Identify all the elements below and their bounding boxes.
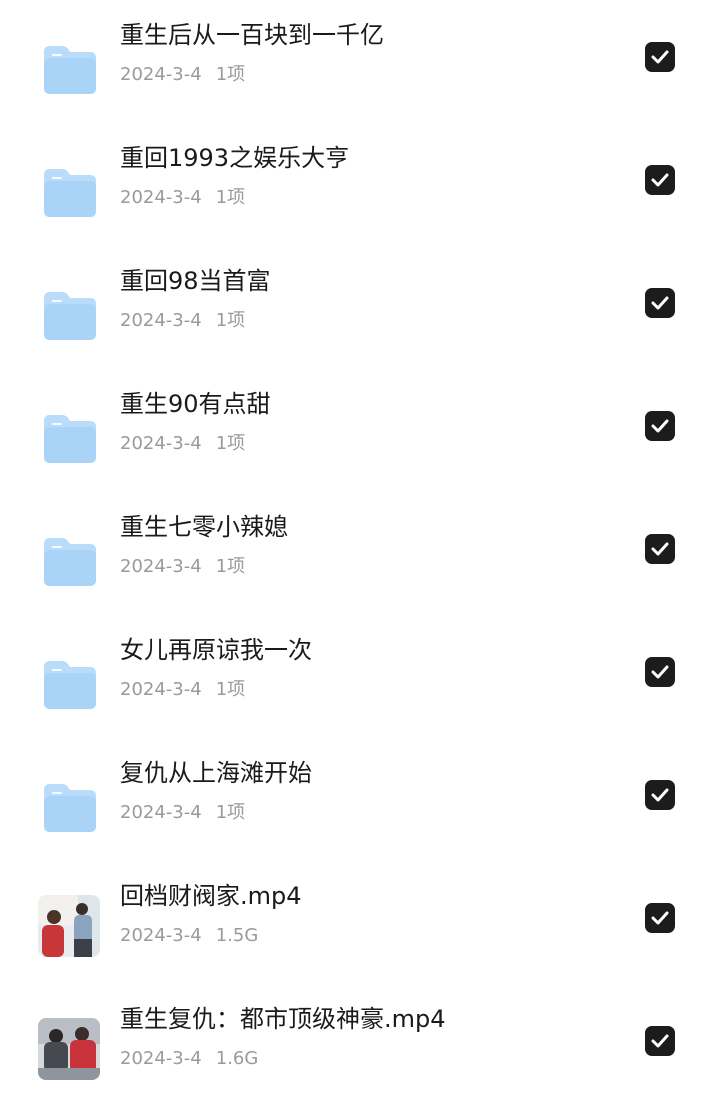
item-date: 2024-3-4 — [120, 925, 202, 946]
check-icon — [651, 665, 669, 679]
check-icon — [651, 173, 669, 187]
item-meta: 2024-3-4 1项 — [120, 308, 245, 334]
check-icon — [651, 1034, 669, 1048]
folder-icon — [42, 782, 98, 834]
folder-icon — [42, 413, 98, 465]
item-checkbox[interactable] — [645, 288, 675, 318]
item-size: 1项 — [215, 802, 246, 823]
list-item[interactable]: 重生90有点甜 2024-3-4 1项 — [0, 387, 720, 497]
folder-icon — [42, 167, 98, 219]
item-checkbox[interactable] — [645, 42, 675, 72]
item-date: 2024-3-4 — [120, 433, 202, 454]
check-icon — [651, 542, 669, 556]
item-checkbox[interactable] — [645, 657, 675, 687]
item-meta: 2024-3-4 1项 — [120, 677, 245, 703]
item-title: 重生90有点甜 — [120, 390, 271, 418]
item-checkbox[interactable] — [645, 165, 675, 195]
item-date: 2024-3-4 — [120, 310, 202, 331]
list-item[interactable]: 重生复仇：都市顶级神豪.mp4 2024-3-4 1.6G — [0, 1002, 720, 1112]
video-thumbnail — [38, 1018, 100, 1080]
item-title: 重回98当首富 — [120, 267, 271, 295]
item-title: 回档财阀家.mp4 — [120, 882, 302, 910]
item-date: 2024-3-4 — [120, 802, 202, 823]
item-meta: 2024-3-4 1项 — [120, 800, 245, 826]
item-checkbox[interactable] — [645, 903, 675, 933]
list-item[interactable]: 重回98当首富 2024-3-4 1项 — [0, 264, 720, 374]
item-size: 1.5G — [215, 925, 259, 946]
item-size: 1项 — [215, 433, 246, 454]
item-size: 1项 — [215, 310, 246, 331]
item-size: 1项 — [215, 187, 246, 208]
item-title: 重生七零小辣媳 — [120, 513, 288, 541]
item-checkbox[interactable] — [645, 534, 675, 564]
item-date: 2024-3-4 — [120, 556, 202, 577]
item-size: 1项 — [215, 556, 246, 577]
check-icon — [651, 296, 669, 310]
item-meta: 2024-3-4 1项 — [120, 431, 245, 457]
folder-icon — [42, 659, 98, 711]
item-checkbox[interactable] — [645, 411, 675, 441]
item-meta: 2024-3-4 1项 — [120, 185, 245, 211]
list-item[interactable]: 女儿再原谅我一次 2024-3-4 1项 — [0, 633, 720, 743]
item-date: 2024-3-4 — [120, 187, 202, 208]
check-icon — [651, 788, 669, 802]
list-item[interactable]: 重生七零小辣媳 2024-3-4 1项 — [0, 510, 720, 620]
check-icon — [651, 911, 669, 925]
item-size: 1项 — [215, 64, 246, 85]
folder-icon — [42, 290, 98, 342]
check-icon — [651, 419, 669, 433]
item-date: 2024-3-4 — [120, 1048, 202, 1069]
item-title: 重回1993之娱乐大亨 — [120, 144, 350, 172]
item-size: 1项 — [215, 679, 246, 700]
item-date: 2024-3-4 — [120, 64, 202, 85]
item-meta: 2024-3-4 1项 — [120, 62, 245, 88]
folder-icon — [42, 536, 98, 588]
item-meta: 2024-3-4 1.6G — [120, 1046, 258, 1072]
item-size: 1.6G — [215, 1048, 259, 1069]
check-icon — [651, 50, 669, 64]
item-title: 重生后从一百块到一千亿 — [120, 21, 384, 49]
list-item[interactable]: 重生后从一百块到一千亿 2024-3-4 1项 — [0, 18, 720, 128]
list-item[interactable]: 复仇从上海滩开始 2024-3-4 1项 — [0, 756, 720, 866]
list-item[interactable]: 回档财阀家.mp4 2024-3-4 1.5G — [0, 879, 720, 989]
folder-icon — [42, 44, 98, 96]
item-checkbox[interactable] — [645, 780, 675, 810]
list-item[interactable]: 重回1993之娱乐大亨 2024-3-4 1项 — [0, 141, 720, 251]
item-date: 2024-3-4 — [120, 679, 202, 700]
item-title: 女儿再原谅我一次 — [120, 636, 312, 664]
item-meta: 2024-3-4 1项 — [120, 554, 245, 580]
item-title: 重生复仇：都市顶级神豪.mp4 — [120, 1005, 446, 1033]
item-title: 复仇从上海滩开始 — [120, 759, 312, 787]
item-checkbox[interactable] — [645, 1026, 675, 1056]
item-meta: 2024-3-4 1.5G — [120, 923, 258, 949]
video-thumbnail — [38, 895, 100, 957]
